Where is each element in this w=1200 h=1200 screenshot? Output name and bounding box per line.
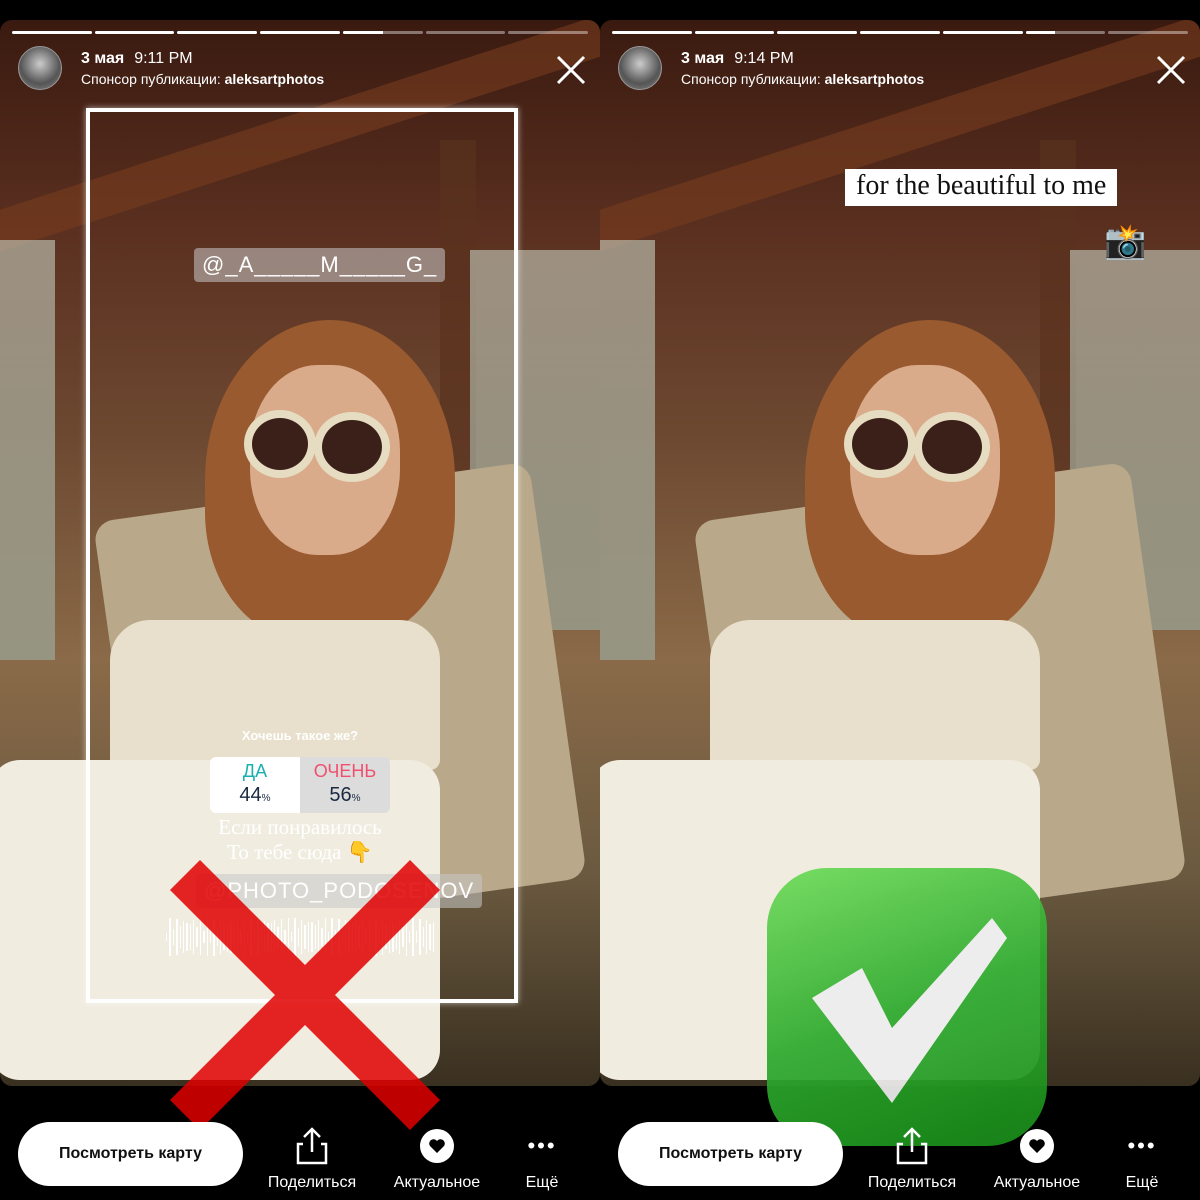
progress-segment	[777, 31, 858, 34]
progress-segment	[612, 31, 692, 34]
share-button[interactable]: Поделиться	[257, 1122, 367, 1192]
more-icon: •••	[527, 1133, 557, 1158]
red-cross-icon	[170, 860, 440, 1130]
poll-option-very[interactable]: ОЧЕНЬ 56%	[300, 757, 390, 813]
progress-segment	[342, 31, 423, 34]
mention-sticker-top[interactable]: @_A_____M_____G_	[194, 248, 446, 282]
progress-segment	[177, 31, 258, 34]
story-date: 3 мая 9:11 PM	[81, 50, 193, 67]
sponsor-link[interactable]: aleksartphotos	[225, 71, 325, 87]
story-date: 3 мая 9:14 PM	[681, 50, 794, 67]
close-icon[interactable]	[1155, 54, 1187, 86]
share-icon	[896, 1127, 928, 1165]
poll-option-yes[interactable]: ДА 44%	[210, 757, 300, 813]
share-icon	[296, 1127, 328, 1165]
progress-segment	[1108, 31, 1189, 34]
green-checkmark-icon	[767, 868, 1047, 1146]
close-icon[interactable]	[555, 54, 587, 86]
progress-segment	[94, 31, 175, 34]
camera-flash-icon: 📸	[1104, 223, 1147, 261]
more-button[interactable]: ••• Ещё	[487, 1122, 597, 1192]
sponsor-link[interactable]: aleksartphotos	[825, 71, 925, 87]
progress-segment	[425, 31, 506, 34]
sponsor-line: Спонсор публикации: aleksartphotos	[81, 71, 325, 87]
more-button[interactable]: ••• Ещё	[1087, 1122, 1197, 1192]
story-panel-left: 3 мая 9:11 PM Спонсор публикации: aleksar…	[0, 0, 600, 1200]
share-button[interactable]: Поделиться	[857, 1122, 967, 1192]
story-progress	[612, 31, 1189, 34]
more-icon: •••	[1127, 1133, 1157, 1158]
highlight-button[interactable]: Актуальное	[382, 1122, 492, 1192]
story-text: Если понравилось То тебе сюда 👇	[218, 815, 382, 864]
progress-segment	[694, 31, 775, 34]
sponsor-line: Спонсор публикации: aleksartphotos	[681, 71, 925, 87]
poll-question: Хочешь такое же?	[241, 728, 359, 743]
story-time: 9:11 PM	[134, 50, 193, 67]
poll-sticker: ДА 44% ОЧЕНЬ 56%	[210, 757, 390, 813]
view-map-button[interactable]: Посмотреть карту	[18, 1122, 243, 1186]
progress-segment	[942, 31, 1023, 34]
avatar[interactable]	[18, 46, 62, 90]
highlight-button[interactable]: Актуальное	[982, 1122, 1092, 1192]
story-progress	[12, 31, 589, 34]
avatar[interactable]	[618, 46, 662, 90]
heart-circle-icon	[1020, 1129, 1054, 1163]
view-map-button[interactable]: Посмотреть карту	[618, 1122, 843, 1186]
story-time: 9:14 PM	[734, 50, 794, 67]
progress-segment	[860, 31, 940, 34]
caption-sticker: for the beautiful to me	[845, 169, 1118, 206]
heart-circle-icon	[420, 1129, 454, 1163]
progress-segment	[508, 31, 589, 34]
progress-segment	[260, 31, 340, 34]
progress-segment	[12, 31, 92, 34]
progress-segment	[1025, 31, 1106, 34]
